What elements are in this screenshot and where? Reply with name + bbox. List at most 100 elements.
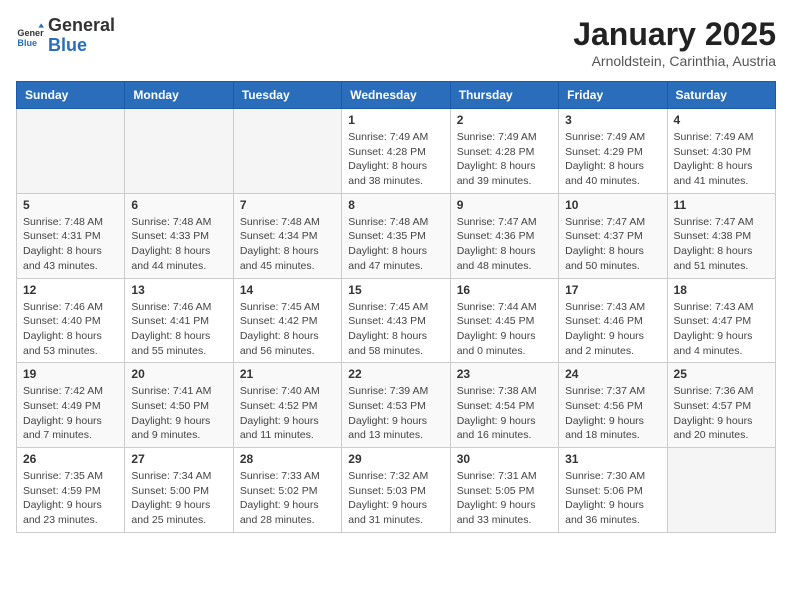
- day-number: 30: [457, 452, 552, 466]
- day-number: 22: [348, 367, 443, 381]
- day-info: Sunrise: 7:31 AMSunset: 5:05 PMDaylight:…: [457, 469, 552, 528]
- day-number: 31: [565, 452, 660, 466]
- calendar-day-cell: 21 Sunrise: 7:40 AMSunset: 4:52 PMDayligh…: [233, 363, 341, 448]
- day-info: Sunrise: 7:49 AMSunset: 4:28 PMDaylight:…: [457, 130, 552, 189]
- svg-text:General: General: [17, 28, 44, 38]
- day-number: 27: [131, 452, 226, 466]
- svg-text:Blue: Blue: [17, 38, 37, 48]
- day-info: Sunrise: 7:46 AMSunset: 4:41 PMDaylight:…: [131, 300, 226, 359]
- calendar-day-cell: 12Sunrise: 7:46 AMSunset: 4:40 PMDayligh…: [17, 278, 125, 363]
- day-info: Sunrise: 7:49 AMSunset: 4:29 PMDaylight:…: [565, 130, 660, 189]
- calendar-day-cell: 1Sunrise: 7:49 AMSunset: 4:28 PMDaylight…: [342, 109, 450, 194]
- day-number: 8: [348, 198, 443, 212]
- logo: General Blue General Blue: [16, 16, 115, 56]
- weekday-header: Saturday: [667, 82, 775, 109]
- day-info: Sunrise: 7:36 AMSunset: 4:57 PMDaylight:…: [674, 384, 769, 443]
- day-info: Sunrise: 7:39 AMSunset: 4:53 PMDaylight:…: [348, 384, 443, 443]
- calendar-day-cell: 8 Sunrise: 7:48 AMSunset: 4:35 PMDaylight…: [342, 193, 450, 278]
- calendar-day-cell: [125, 109, 233, 194]
- calendar-day-cell: 14Sunrise: 7:45 AMSunset: 4:42 PMDayligh…: [233, 278, 341, 363]
- weekday-header: Thursday: [450, 82, 558, 109]
- logo-text: General Blue: [48, 16, 115, 56]
- day-number: 24: [565, 367, 660, 381]
- day-number: 9: [457, 198, 552, 212]
- day-number: 18: [674, 283, 769, 297]
- logo-blue: Blue: [48, 36, 115, 56]
- calendar-day-cell: 19 Sunrise: 7:42 AMSunset: 4:49 PMDayligh…: [17, 363, 125, 448]
- calendar-day-cell: 29 Sunrise: 7:32 AMSunset: 5:03 PMDayligh…: [342, 448, 450, 533]
- day-info: Sunrise: 7:49 AMSunset: 4:28 PMDaylight:…: [348, 130, 443, 189]
- day-number: 3: [565, 113, 660, 127]
- calendar-day-cell: 11Sunrise: 7:47 AMSunset: 4:38 PMDayligh…: [667, 193, 775, 278]
- day-number: 26: [23, 452, 118, 466]
- location: Arnoldstein, Carinthia, Austria: [573, 53, 776, 69]
- calendar-day-cell: 15Sunrise: 7:45 AMSunset: 4:43 PMDayligh…: [342, 278, 450, 363]
- weekday-header: Monday: [125, 82, 233, 109]
- day-info: Sunrise: 7:35 AMSunset: 4:59 PMDaylight:…: [23, 469, 118, 528]
- logo-general: General: [48, 16, 115, 36]
- calendar-day-cell: 10 Sunrise: 7:47 AMSunset: 4:37 PMDayligh…: [559, 193, 667, 278]
- day-number: 19: [23, 367, 118, 381]
- day-number: 29: [348, 452, 443, 466]
- calendar-table: SundayMondayTuesdayWednesdayThursdayFrid…: [16, 81, 776, 533]
- day-info: Sunrise: 7:43 AMSunset: 4:46 PMDaylight:…: [565, 300, 660, 359]
- day-info: Sunrise: 7:45 AMSunset: 4:43 PMDaylight:…: [348, 300, 443, 359]
- calendar-day-cell: 18 Sunrise: 7:43 AMSunset: 4:47 PMDayligh…: [667, 278, 775, 363]
- day-info: Sunrise: 7:47 AMSunset: 4:36 PMDaylight:…: [457, 215, 552, 274]
- day-info: Sunrise: 7:30 AMSunset: 5:06 PMDaylight:…: [565, 469, 660, 528]
- calendar-day-cell: 13 Sunrise: 7:46 AMSunset: 4:41 PMDayligh…: [125, 278, 233, 363]
- day-info: Sunrise: 7:48 AMSunset: 4:31 PMDaylight:…: [23, 215, 118, 274]
- calendar-day-cell: [667, 448, 775, 533]
- calendar-day-cell: 31 Sunrise: 7:30 AMSunset: 5:06 PMDayligh…: [559, 448, 667, 533]
- calendar-day-cell: 4 Sunrise: 7:49 AMSunset: 4:30 PMDaylight…: [667, 109, 775, 194]
- day-info: Sunrise: 7:40 AMSunset: 4:52 PMDaylight:…: [240, 384, 335, 443]
- day-info: Sunrise: 7:42 AMSunset: 4:49 PMDaylight:…: [23, 384, 118, 443]
- day-number: 21: [240, 367, 335, 381]
- weekday-header: Friday: [559, 82, 667, 109]
- calendar-day-cell: 16 Sunrise: 7:44 AMSunset: 4:45 PMDayligh…: [450, 278, 558, 363]
- day-number: 5: [23, 198, 118, 212]
- weekday-header: Sunday: [17, 82, 125, 109]
- title-block: January 2025 Arnoldstein, Carinthia, Aus…: [573, 16, 776, 69]
- logo-icon: General Blue: [16, 22, 44, 50]
- day-number: 17: [565, 283, 660, 297]
- calendar-day-cell: [17, 109, 125, 194]
- day-info: Sunrise: 7:41 AMSunset: 4:50 PMDaylight:…: [131, 384, 226, 443]
- weekday-header: Wednesday: [342, 82, 450, 109]
- day-number: 12: [23, 283, 118, 297]
- day-number: 2: [457, 113, 552, 127]
- calendar-day-cell: 28Sunrise: 7:33 AMSunset: 5:02 PMDayligh…: [233, 448, 341, 533]
- calendar-day-cell: 9 Sunrise: 7:47 AMSunset: 4:36 PMDaylight…: [450, 193, 558, 278]
- calendar-day-cell: 20 Sunrise: 7:41 AMSunset: 4:50 PMDayligh…: [125, 363, 233, 448]
- day-number: 25: [674, 367, 769, 381]
- day-info: Sunrise: 7:45 AMSunset: 4:42 PMDaylight:…: [240, 300, 335, 359]
- day-number: 20: [131, 367, 226, 381]
- calendar-header-row: SundayMondayTuesdayWednesdayThursdayFrid…: [17, 82, 776, 109]
- day-number: 13: [131, 283, 226, 297]
- day-info: Sunrise: 7:48 AMSunset: 4:33 PMDaylight:…: [131, 215, 226, 274]
- day-number: 23: [457, 367, 552, 381]
- day-info: Sunrise: 7:37 AMSunset: 4:56 PMDaylight:…: [565, 384, 660, 443]
- day-info: Sunrise: 7:32 AMSunset: 5:03 PMDaylight:…: [348, 469, 443, 528]
- day-info: Sunrise: 7:33 AMSunset: 5:02 PMDaylight:…: [240, 469, 335, 528]
- day-number: 4: [674, 113, 769, 127]
- day-number: 10: [565, 198, 660, 212]
- day-info: Sunrise: 7:48 AMSunset: 4:35 PMDaylight:…: [348, 215, 443, 274]
- weekday-header: Tuesday: [233, 82, 341, 109]
- day-info: Sunrise: 7:43 AMSunset: 4:47 PMDaylight:…: [674, 300, 769, 359]
- day-info: Sunrise: 7:44 AMSunset: 4:45 PMDaylight:…: [457, 300, 552, 359]
- calendar-day-cell: 23Sunrise: 7:38 AMSunset: 4:54 PMDayligh…: [450, 363, 558, 448]
- day-number: 7: [240, 198, 335, 212]
- day-info: Sunrise: 7:47 AMSunset: 4:37 PMDaylight:…: [565, 215, 660, 274]
- calendar-day-cell: [233, 109, 341, 194]
- calendar-day-cell: 2 Sunrise: 7:49 AMSunset: 4:28 PMDaylight…: [450, 109, 558, 194]
- calendar-day-cell: 26 Sunrise: 7:35 AMSunset: 4:59 PMDayligh…: [17, 448, 125, 533]
- day-info: Sunrise: 7:48 AMSunset: 4:34 PMDaylight:…: [240, 215, 335, 274]
- calendar-day-cell: 25 Sunrise: 7:36 AMSunset: 4:57 PMDayligh…: [667, 363, 775, 448]
- day-info: Sunrise: 7:49 AMSunset: 4:30 PMDaylight:…: [674, 130, 769, 189]
- calendar-week-row: 26 Sunrise: 7:35 AMSunset: 4:59 PMDayligh…: [17, 448, 776, 533]
- calendar-day-cell: 6Sunrise: 7:48 AMSunset: 4:33 PMDaylight…: [125, 193, 233, 278]
- day-info: Sunrise: 7:34 AMSunset: 5:00 PMDaylight:…: [131, 469, 226, 528]
- calendar-day-cell: 22 Sunrise: 7:39 AMSunset: 4:53 PMDayligh…: [342, 363, 450, 448]
- day-number: 16: [457, 283, 552, 297]
